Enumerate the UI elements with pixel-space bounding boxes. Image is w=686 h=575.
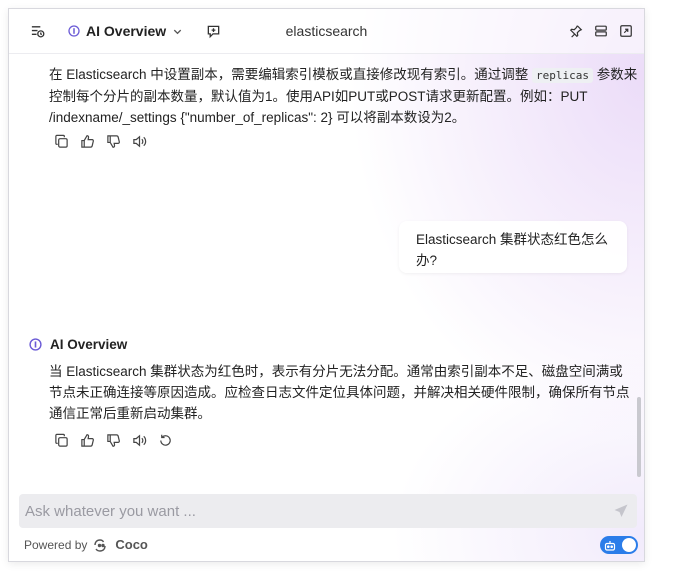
user-message: Elasticsearch 集群状态红色怎么 办? [399, 221, 627, 273]
thumbs-up-icon[interactable] [80, 433, 95, 448]
chat-input-container [19, 494, 637, 528]
answer-2-line-2: 节点未正确连接等原因造成。应检查日志文件定位具体问题，并解决相关硬件限制，确保所… [49, 385, 630, 400]
user-message-line-2: 办? [416, 253, 438, 268]
answer-1: 在 Elasticsearch 中设置副本，需要编辑索引模板或直接修改现有索引。… [49, 64, 639, 128]
answer-1-text-a: 在 Elasticsearch 中设置副本，需要编辑索引模板或直接修改现有索引。… [49, 67, 533, 82]
answer-1-line-2: 控制每个分片的副本数量，默认值为1。使用API如PUT或POST请求更新配置。例… [49, 89, 588, 104]
answer-2-line-1: 当 Elasticsearch 集群状态为红色时，表示有分片无法分配。通常由索引… [49, 364, 623, 379]
pin-icon[interactable] [567, 22, 585, 40]
answer-1-text-b: 参数来 [593, 67, 638, 82]
retry-icon[interactable] [158, 433, 173, 448]
thumbs-down-icon[interactable] [106, 433, 121, 448]
external-window-icon[interactable] [617, 22, 635, 40]
answer-1-line-3: /indexname/_settings {"number_of_replica… [49, 110, 466, 125]
copy-icon[interactable] [54, 134, 69, 149]
user-message-line-1: Elasticsearch 集群状态红色怎么 [416, 232, 609, 247]
send-icon[interactable] [613, 503, 629, 519]
thumbs-down-icon[interactable] [106, 134, 121, 149]
answer-1-actions [54, 134, 147, 149]
speaker-icon[interactable] [132, 134, 147, 149]
new-chat-icon[interactable] [204, 22, 222, 40]
code-replicas: replicas [532, 68, 594, 83]
copy-icon[interactable] [54, 433, 69, 448]
toggle-knob [622, 538, 636, 552]
chat-window: AI Overview elasticsearch 在 Elasticsearc… [8, 8, 645, 562]
answer-2-actions [54, 433, 173, 448]
speaker-icon[interactable] [132, 433, 147, 448]
ai-overview-heading: AI Overview [29, 337, 127, 352]
page-title: elasticsearch [285, 23, 368, 39]
scrollbar-thumb[interactable] [637, 397, 641, 477]
chat-input[interactable] [19, 501, 597, 521]
powered-by-label: Powered by [24, 537, 88, 552]
chevron-down-icon [172, 26, 183, 37]
robot-icon [604, 539, 616, 551]
mode-label: AI Overview [86, 23, 167, 39]
mode-selector[interactable]: AI Overview [60, 19, 191, 43]
answer-1-line-1: 在 Elasticsearch 中设置副本，需要编辑索引模板或直接修改现有索引。… [49, 64, 639, 86]
answer-2: 当 Elasticsearch 集群状态为红色时，表示有分片无法分配。通常由索引… [49, 361, 639, 424]
window-icon[interactable] [592, 22, 610, 40]
assistant-toggle[interactable] [600, 536, 638, 554]
ai-overview-icon [29, 338, 42, 351]
footer: Powered by Coco [24, 537, 148, 552]
ai-overview-icon [68, 25, 80, 37]
answer-2-line-3: 通信正常后重新启动集群。 [49, 406, 211, 421]
ai-overview-label: AI Overview [50, 337, 128, 352]
history-icon[interactable] [28, 22, 46, 40]
top-bar: AI Overview elasticsearch [9, 9, 644, 54]
brand-name: Coco [115, 537, 148, 552]
coco-logo-icon [93, 538, 109, 552]
thumbs-up-icon[interactable] [80, 134, 95, 149]
